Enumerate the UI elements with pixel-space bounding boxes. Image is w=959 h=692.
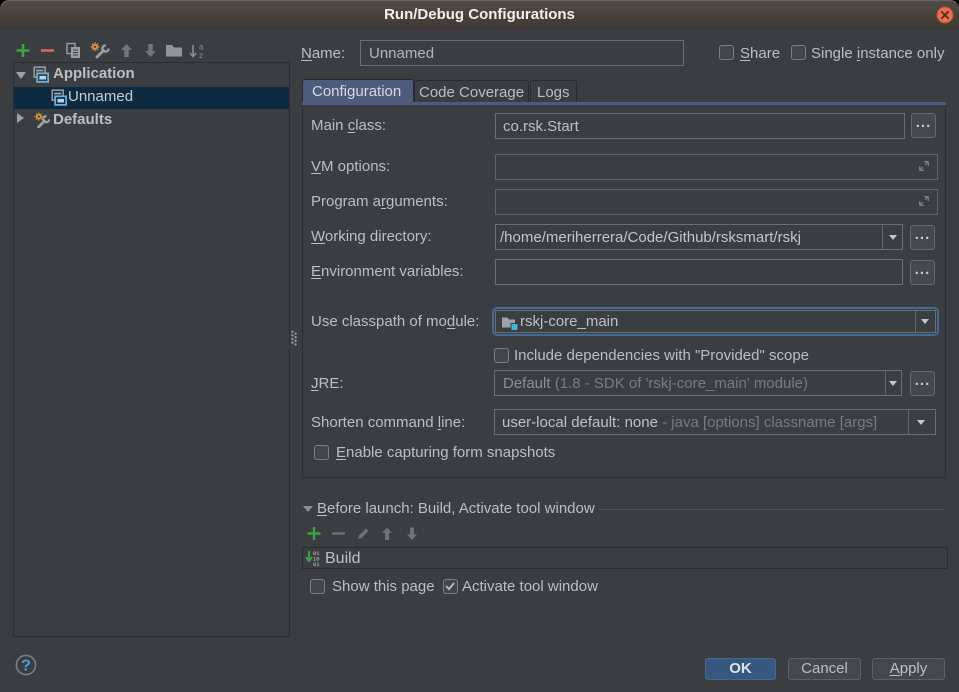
svg-text:01: 01 (313, 561, 320, 566)
svg-text:?: ? (21, 658, 31, 675)
svg-text:z: z (199, 51, 203, 59)
